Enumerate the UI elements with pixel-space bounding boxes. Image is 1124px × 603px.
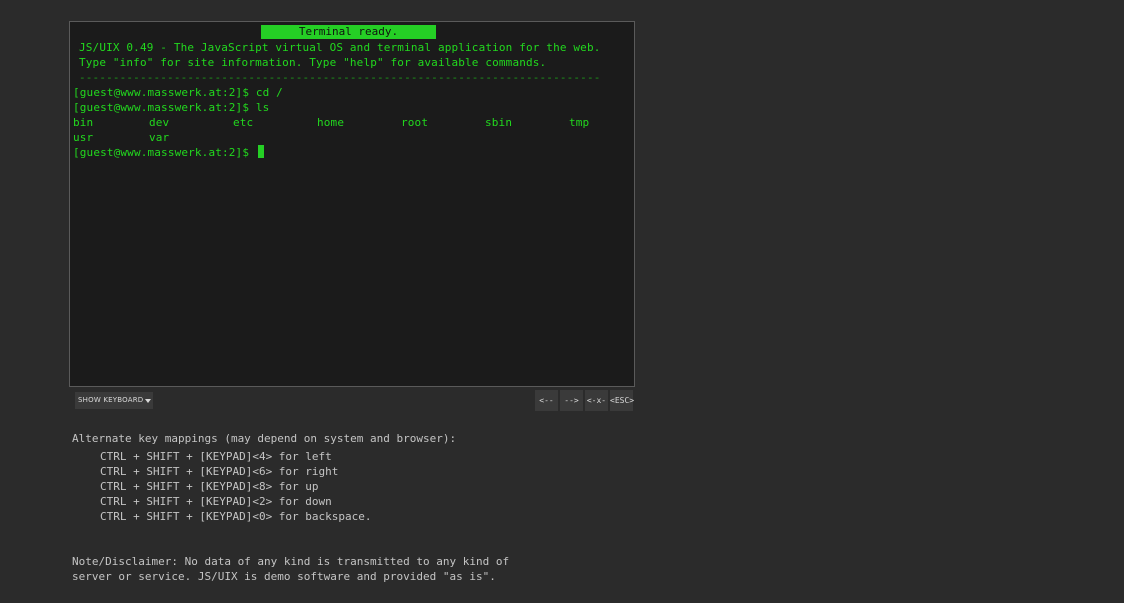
listing-entry: var (149, 131, 170, 144)
show-keyboard-label: SHOW KEYBOARD (78, 396, 144, 404)
listing-entry: bin (73, 116, 94, 129)
chevron-down-icon (145, 399, 151, 403)
show-keyboard-button[interactable]: SHOW KEYBOARD (75, 392, 153, 409)
key-mapping-item: CTRL + SHIFT + [KEYPAD]<2> for down (100, 495, 332, 508)
key-mapping-item: CTRL + SHIFT + [KEYPAD]<0> for backspace… (100, 510, 372, 523)
key-mapping-item: CTRL + SHIFT + [KEYPAD]<8> for up (100, 480, 319, 493)
banner-line-2: Type "info" for site information. Type "… (79, 56, 547, 69)
text-cursor (257, 145, 264, 158)
listing-entry: root (401, 116, 429, 129)
backspace-button[interactable]: <-x- (585, 390, 608, 411)
banner-line-1: JS/UIX 0.49 - The JavaScript virtual OS … (79, 41, 601, 54)
listing-entry: dev (149, 116, 170, 129)
right-arrow-button[interactable]: --> (560, 390, 583, 411)
listing-entry: etc (233, 116, 254, 129)
history-line-ls: [guest@www.masswerk.at:2]$ ls (73, 101, 270, 114)
listing-entry: sbin (485, 116, 513, 129)
listing-entry: usr (73, 131, 94, 144)
listing-entry: home (317, 116, 345, 129)
command-prompt-line[interactable]: [guest@www.masswerk.at:2]$ (73, 145, 264, 160)
disclaimer-line-2: server or service. JS/UIX is demo softwa… (72, 570, 496, 583)
escape-button[interactable]: <ESC> (610, 390, 634, 411)
key-mapping-item: CTRL + SHIFT + [KEYPAD]<6> for right (100, 465, 339, 478)
prompt-text: [guest@www.masswerk.at:2]$ (73, 146, 250, 159)
key-mappings-heading: Alternate key mappings (may depend on sy… (72, 432, 457, 445)
history-line-cd: [guest@www.masswerk.at:2]$ cd / (73, 86, 283, 99)
banner-separator: ----------------------------------------… (79, 71, 601, 84)
disclaimer-line-1: Note/Disclaimer: No data of any kind is … (72, 555, 510, 568)
terminal-status-bar: Terminal ready. (261, 25, 436, 39)
left-arrow-button[interactable]: <-- (535, 390, 558, 411)
terminal-window[interactable]: Terminal ready. JS/UIX 0.49 - The JavaSc… (69, 21, 635, 387)
listing-entry: tmp (569, 116, 590, 129)
key-mapping-item: CTRL + SHIFT + [KEYPAD]<4> for left (100, 450, 332, 463)
